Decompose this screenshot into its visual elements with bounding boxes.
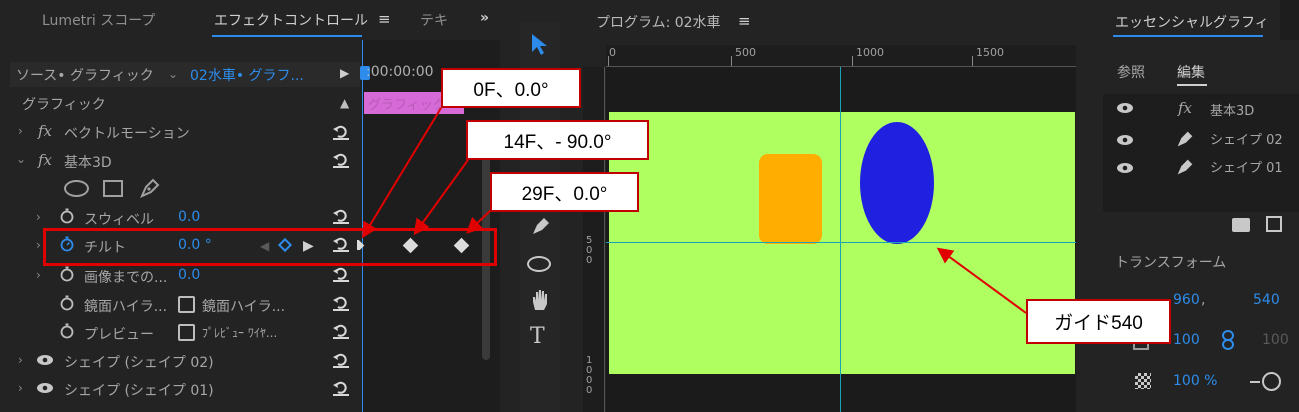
callout-keyframe-14: 14F、- 90.0° xyxy=(466,120,649,160)
callout-keyframe-29: 29F、0.0° xyxy=(490,172,639,212)
annotation-arrows xyxy=(361,107,1027,314)
callout-keyframe-0: 0F、0.0° xyxy=(441,68,581,108)
callout-guide-540: ガイド540 xyxy=(1026,299,1171,344)
